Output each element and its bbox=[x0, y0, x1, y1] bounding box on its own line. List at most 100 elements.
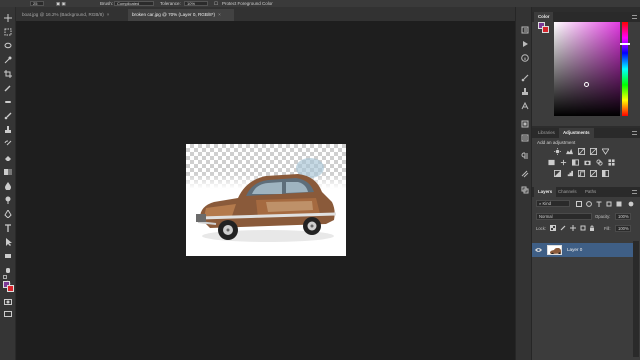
curves-icon[interactable] bbox=[577, 148, 585, 155]
color-panel-tabs: Color bbox=[532, 12, 640, 22]
marquee-icon[interactable] bbox=[3, 27, 13, 37]
posterize-icon[interactable] bbox=[565, 170, 573, 177]
tab-adjustments[interactable]: Adjustments bbox=[559, 128, 594, 138]
black-white-icon[interactable] bbox=[571, 159, 579, 166]
selective-color-icon[interactable] bbox=[589, 170, 597, 177]
lock-position-icon[interactable] bbox=[570, 225, 576, 231]
3d-icon[interactable] bbox=[520, 169, 529, 178]
blur-icon[interactable] bbox=[3, 181, 13, 191]
mode-select[interactable]: Complicated bbox=[114, 1, 154, 6]
gradient-icon[interactable] bbox=[3, 167, 13, 177]
panel-menu-icon[interactable] bbox=[632, 190, 637, 194]
pen-icon[interactable] bbox=[3, 209, 13, 219]
quick-mask-icon[interactable] bbox=[3, 297, 13, 307]
lock-pixels-icon[interactable] bbox=[560, 225, 566, 231]
close-icon[interactable]: × bbox=[107, 9, 110, 21]
screen-mode-icon[interactable] bbox=[3, 309, 13, 319]
hue-slider[interactable] bbox=[622, 22, 628, 116]
shape-filter-icon[interactable] bbox=[606, 201, 612, 207]
color-picker-ring[interactable] bbox=[584, 82, 589, 87]
properties-icon[interactable] bbox=[520, 185, 529, 194]
default-colors-icon[interactable] bbox=[3, 275, 7, 279]
lasso-icon[interactable] bbox=[3, 41, 13, 51]
filter-toggle-icon[interactable] bbox=[628, 201, 634, 207]
protect-checkbox[interactable]: ☐ bbox=[214, 0, 218, 7]
clone-source-icon[interactable] bbox=[520, 87, 529, 96]
brightness-icon[interactable] bbox=[553, 148, 561, 155]
color-balance-icon[interactable] bbox=[559, 159, 567, 166]
photo-filter-icon[interactable] bbox=[583, 159, 591, 166]
info-icon[interactable] bbox=[520, 53, 529, 62]
move-icon[interactable] bbox=[3, 13, 13, 23]
stamp-icon[interactable] bbox=[3, 125, 13, 135]
play-icon[interactable] bbox=[520, 39, 529, 48]
history-icon[interactable] bbox=[520, 25, 529, 34]
pixel-filter-icon[interactable] bbox=[576, 201, 582, 207]
panel-icon-strip bbox=[515, 7, 532, 360]
smart-object-filter-icon[interactable] bbox=[616, 201, 622, 207]
levels-icon[interactable] bbox=[565, 148, 573, 155]
eye-icon[interactable] bbox=[535, 247, 542, 253]
layer-thumbnail[interactable] bbox=[547, 245, 562, 255]
lock-all-icon[interactable] bbox=[589, 225, 595, 231]
layer-row[interactable]: Layer 0 bbox=[532, 243, 633, 257]
quick-select-icon[interactable] bbox=[3, 55, 13, 65]
healing-icon[interactable] bbox=[3, 97, 13, 107]
lock-artboard-icon[interactable] bbox=[580, 225, 586, 231]
tool-options-icon[interactable]: ▣ ▣ bbox=[56, 0, 66, 7]
opacity-label: Opacity: bbox=[595, 214, 611, 219]
fill-field[interactable]: 100% bbox=[615, 225, 631, 232]
exposure-icon[interactable] bbox=[589, 148, 597, 155]
dodge-icon[interactable] bbox=[3, 195, 13, 205]
rectangle-icon[interactable] bbox=[3, 251, 13, 261]
channel-mixer-icon[interactable] bbox=[595, 159, 603, 166]
styles-icon[interactable] bbox=[520, 119, 529, 128]
eraser-icon[interactable] bbox=[3, 153, 13, 163]
crop-icon[interactable] bbox=[3, 69, 13, 79]
notes-icon[interactable] bbox=[520, 133, 529, 142]
layer-name[interactable]: Layer 0 bbox=[567, 243, 582, 257]
panel-menu-icon[interactable] bbox=[632, 131, 637, 135]
panel-menu-icon[interactable] bbox=[632, 15, 637, 19]
canvas-area[interactable] bbox=[17, 21, 515, 360]
type-icon[interactable] bbox=[3, 223, 13, 233]
invert-icon[interactable] bbox=[553, 170, 561, 177]
color-lookup-icon[interactable] bbox=[607, 159, 615, 166]
tab-channels[interactable]: Channels bbox=[554, 187, 581, 197]
hue-saturation-icon[interactable] bbox=[547, 159, 555, 166]
hue-slider-marker[interactable] bbox=[620, 43, 630, 45]
document-canvas[interactable] bbox=[186, 144, 346, 256]
history-brush-icon[interactable] bbox=[3, 139, 13, 149]
tab-color[interactable]: Color bbox=[534, 12, 554, 22]
tab-broken-car[interactable]: broken car.jpg @ 70% (Layer 0, RGB/8*) × bbox=[128, 9, 234, 21]
paragraph-icon[interactable] bbox=[520, 151, 529, 160]
tab-layers[interactable]: Layers bbox=[534, 187, 557, 197]
tolerance-field[interactable]: 10% bbox=[184, 1, 208, 6]
lock-label: Lock: bbox=[536, 226, 547, 231]
character-icon[interactable] bbox=[520, 101, 529, 110]
tab-boat[interactable]: boat.jpg @ 16.2% (Background, RGB/8) × bbox=[18, 9, 124, 21]
lock-transparent-icon[interactable] bbox=[550, 225, 556, 231]
brush-settings-icon[interactable] bbox=[520, 73, 529, 82]
layers-scrollbar[interactable] bbox=[633, 241, 639, 357]
hand-icon[interactable] bbox=[3, 265, 13, 275]
tab-label: boat.jpg @ 16.2% (Background, RGB/8) bbox=[22, 12, 104, 17]
tab-paths[interactable]: Paths bbox=[581, 187, 600, 197]
gradient-map-icon[interactable] bbox=[601, 170, 609, 177]
adjustment-filter-icon[interactable] bbox=[586, 201, 592, 207]
type-filter-icon[interactable] bbox=[596, 201, 602, 207]
eyedropper-icon[interactable] bbox=[3, 83, 13, 93]
vibrance-icon[interactable] bbox=[601, 148, 609, 155]
close-icon[interactable]: × bbox=[218, 9, 221, 21]
opacity-field[interactable]: 100% bbox=[615, 213, 631, 220]
filter-kind-select[interactable]: ⌕ Kind bbox=[536, 200, 570, 207]
color-field[interactable] bbox=[554, 22, 620, 116]
threshold-icon[interactable] bbox=[577, 170, 585, 177]
path-select-icon[interactable] bbox=[3, 237, 13, 247]
brush-size-field[interactable]: 25 bbox=[30, 1, 44, 6]
tab-libraries[interactable]: Libraries bbox=[534, 128, 559, 138]
blend-mode-select[interactable]: Normal bbox=[536, 213, 592, 220]
background-color-swatch[interactable] bbox=[542, 26, 549, 33]
background-swatch[interactable] bbox=[7, 285, 14, 292]
brush-icon[interactable] bbox=[3, 111, 13, 121]
